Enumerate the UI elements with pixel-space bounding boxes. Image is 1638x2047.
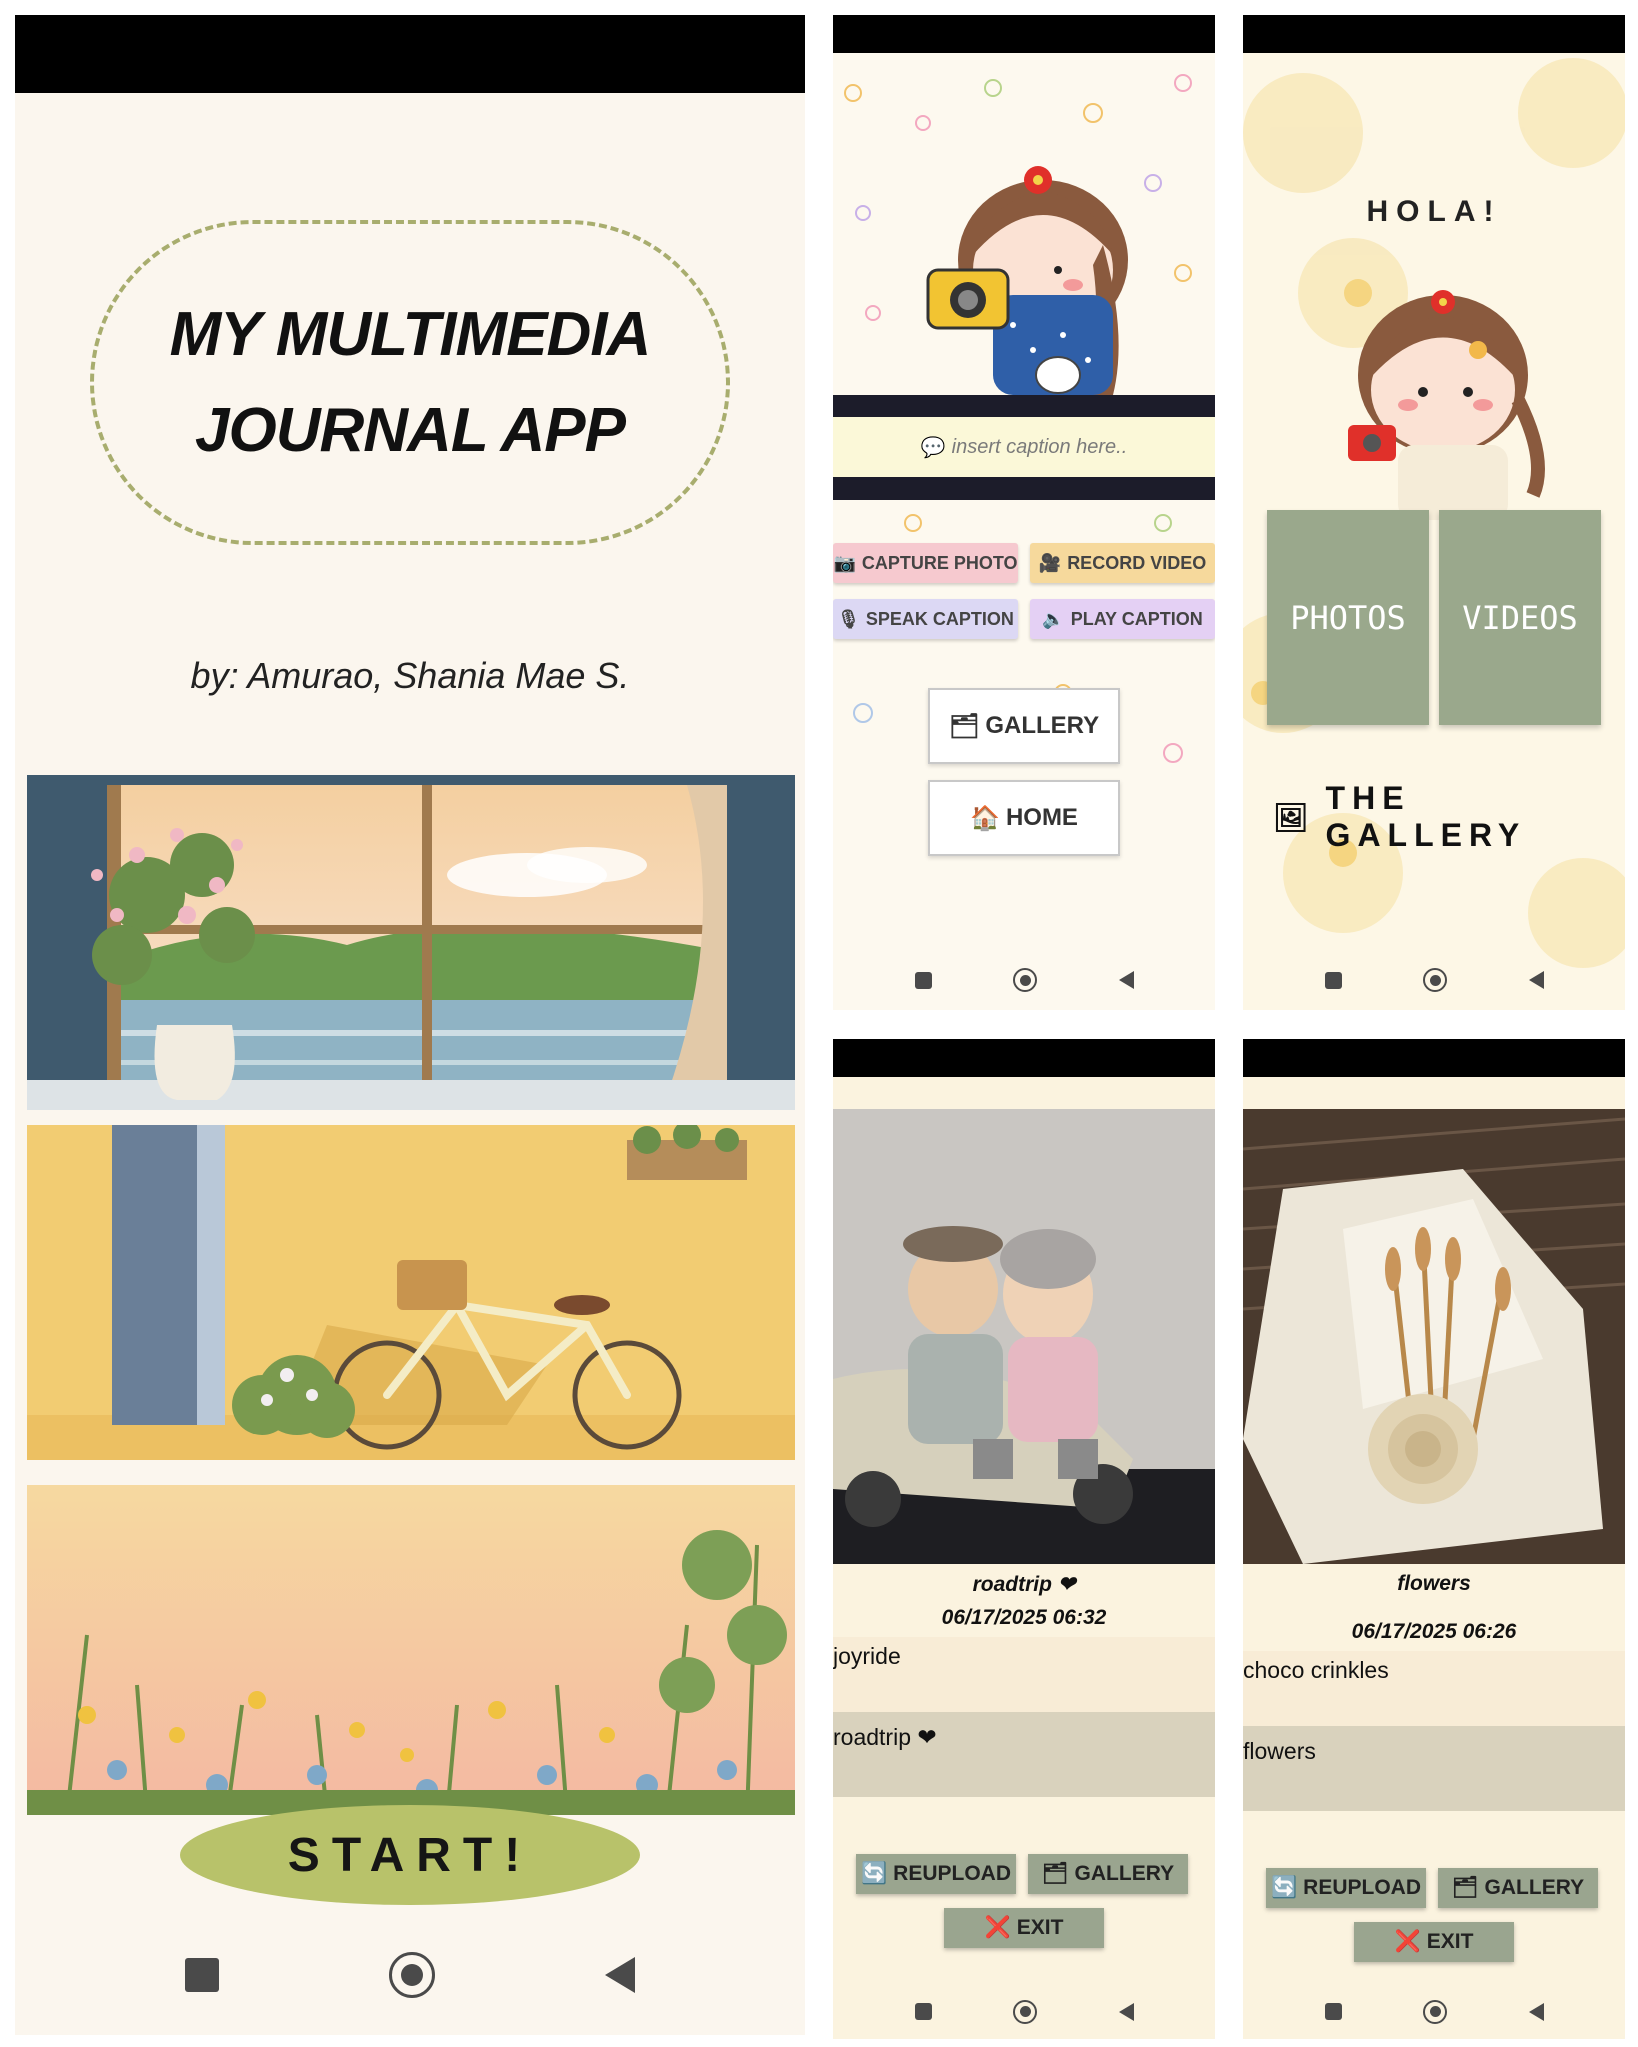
home-icon[interactable] (389, 1952, 435, 1998)
refresh-icon: 🔄 (1271, 1876, 1298, 1899)
picture-icon: 🖼 (1273, 801, 1316, 833)
gallery-heading-label: THE GALLERY (1325, 780, 1527, 853)
system-nav-bar (1243, 1989, 1625, 2034)
app-title-line1: MY MULTIMEDIA (169, 299, 652, 369)
recents-icon[interactable] (914, 2003, 932, 2020)
home-label: HOME (1005, 804, 1078, 831)
speaker-icon: 🔈 (1042, 608, 1065, 629)
folder-icon: 🗂 (1041, 1862, 1069, 1885)
meadow-illustration (27, 1485, 795, 1815)
start-button[interactable]: START! (180, 1805, 640, 1905)
exit-label: EXIT (1016, 1916, 1064, 1939)
capture-photo-label: CAPTURE PHOTO (861, 552, 1018, 573)
girl-camera-illustration (926, 166, 1128, 395)
home-icon[interactable] (1423, 968, 1447, 992)
folder-icon: 🗂 (1451, 1876, 1479, 1899)
reupload-button[interactable]: 🔄 REUPLOAD (1266, 1868, 1426, 1908)
home-button[interactable]: 🏠 HOME (928, 780, 1120, 856)
entry-field-2[interactable]: roadtrip ❤ (833, 1712, 1215, 1797)
gallery-button[interactable]: 🗂 GALLERY (928, 688, 1120, 764)
status-bar (833, 1039, 1215, 1077)
bicycle-wall-illustration (27, 1125, 795, 1460)
exit-button[interactable]: ❌ EXIT (1354, 1922, 1514, 1962)
system-nav-bar (833, 955, 1215, 1005)
entry-detail-screen: flowers 06/17/2025 06:26 choco crinkles … (1243, 1039, 1625, 2039)
back-icon[interactable] (1528, 2002, 1544, 2021)
gallery-label: GALLERY (1074, 1862, 1175, 1885)
exit-label: EXIT (1426, 1930, 1474, 1953)
status-bar (1243, 15, 1625, 53)
record-video-label: RECORD VIDEO (1067, 552, 1207, 573)
gallery-label: GALLERY (1484, 1876, 1585, 1899)
entry-field-1[interactable]: choco crinkles (1243, 1651, 1625, 1726)
camera-icon: 📷 (833, 552, 856, 573)
status-bar (15, 15, 805, 93)
recents-icon[interactable] (1324, 2003, 1342, 2020)
home-icon[interactable] (1013, 968, 1037, 992)
greeting-title: HOLA! (1366, 195, 1502, 228)
back-icon[interactable] (1528, 971, 1544, 989)
house-icon: 🏠 (970, 804, 1000, 832)
home-icon[interactable] (1013, 1999, 1037, 2024)
folder-icon: 🗂 (948, 712, 980, 740)
play-caption-label: PLAY CAPTION (1070, 608, 1203, 629)
play-caption-button[interactable]: 🔈 PLAY CAPTION (1030, 599, 1215, 639)
microphone-icon: 🎙 (837, 608, 860, 629)
title-badge: MY MULTIMEDIA JOURNAL APP (90, 220, 730, 545)
splash-screen: MY MULTIMEDIA JOURNAL APP by: Amurao, Sh… (15, 15, 805, 2035)
caption-placeholder: insert caption here.. (951, 435, 1128, 458)
system-nav-bar (15, 1935, 805, 2015)
close-icon: ❌ (1394, 1930, 1421, 1953)
reupload-button[interactable]: 🔄 REUPLOAD (856, 1854, 1016, 1894)
app-title-line2: JOURNAL APP (195, 395, 626, 465)
refresh-icon: 🔄 (861, 1862, 888, 1885)
gallery-label: GALLERY (985, 712, 1100, 739)
close-icon: ❌ (984, 1916, 1011, 1939)
entry-date: 06/17/2025 06:32 (941, 1606, 1107, 1629)
status-bar (1243, 1039, 1625, 1077)
recents-icon[interactable] (914, 971, 932, 989)
entry-photo (1243, 1109, 1625, 1564)
video-camera-icon: 🎥 (1038, 552, 1062, 573)
capture-screen: 💬 insert caption here.. 📷 CAPTURE PHOTO 🎥… (833, 15, 1215, 1010)
caption-input[interactable]: 💬 insert caption here.. (833, 417, 1215, 477)
videos-button[interactable]: VIDEOS (1439, 510, 1601, 725)
entry-field-1[interactable]: joyride (833, 1637, 1215, 1712)
entry-title: roadtrip ❤ (972, 1573, 1076, 1596)
author-credit: by: Amurao, Shania Mae S. (190, 655, 630, 696)
photos-button[interactable]: PHOTOS (1267, 510, 1429, 725)
exit-button[interactable]: ❌ EXIT (944, 1908, 1104, 1948)
back-icon[interactable] (1118, 971, 1134, 989)
record-video-button[interactable]: 🎥 RECORD VIDEO (1030, 543, 1215, 583)
entry-detail-screen: roadtrip ❤ 06/17/2025 06:32 joyride road… (833, 1039, 1215, 2039)
recents-icon[interactable] (185, 1958, 219, 1992)
girl-camera-illustration (1348, 290, 1545, 520)
reupload-label: REUPLOAD (1303, 1876, 1421, 1899)
entry-field-2[interactable]: flowers (1243, 1726, 1625, 1811)
recents-icon[interactable] (1324, 971, 1342, 989)
speak-caption-button[interactable]: 🎙 SPEAK CAPTION (833, 599, 1018, 639)
back-icon[interactable] (1118, 2002, 1134, 2021)
system-nav-bar (833, 1989, 1215, 2034)
gallery-heading: 🖼 THE GALLERY (1273, 780, 1625, 854)
speak-caption-label: SPEAK CAPTION (865, 608, 1014, 629)
back-icon[interactable] (605, 1957, 635, 1993)
entry-title: flowers (1397, 1572, 1471, 1595)
entry-date: 06/17/2025 06:26 (1351, 1620, 1517, 1643)
system-nav-bar (1243, 955, 1625, 1005)
gallery-home-screen: HOLA! PHOTOS VIDEOS 🖼 THE GALLERY (1243, 15, 1625, 1010)
gallery-button[interactable]: 🗂 GALLERY (1028, 1854, 1188, 1894)
reupload-label: REUPLOAD (893, 1862, 1011, 1885)
entry-photo (833, 1109, 1215, 1564)
gallery-button[interactable]: 🗂 GALLERY (1438, 1868, 1598, 1908)
speech-bubble-icon: 💬 (920, 436, 946, 459)
status-bar (833, 15, 1215, 53)
capture-photo-button[interactable]: 📷 CAPTURE PHOTO (833, 543, 1018, 583)
home-icon[interactable] (1423, 1999, 1447, 2024)
window-lake-illustration (27, 775, 795, 1110)
